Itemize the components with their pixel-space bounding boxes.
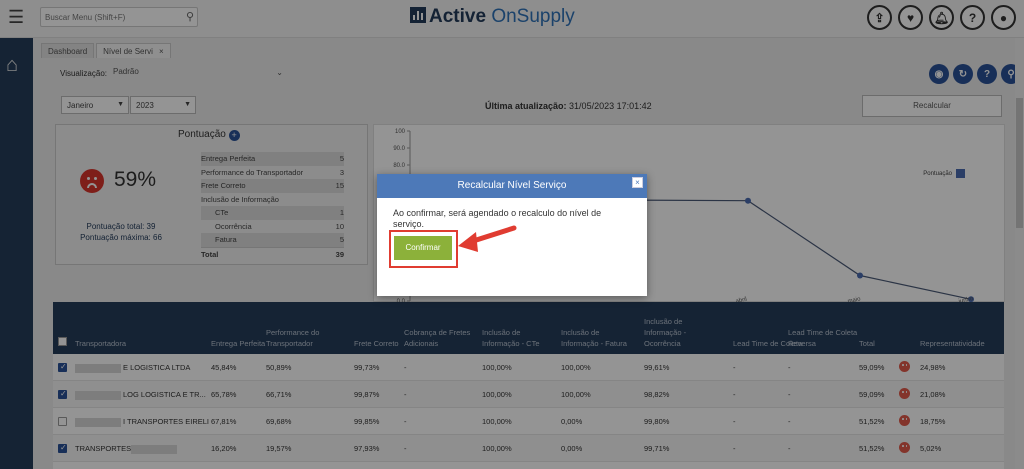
close-icon[interactable]: × xyxy=(632,177,643,188)
red-arrow-annotation xyxy=(458,225,517,252)
modal-title: Recalcular Nível Serviço xyxy=(457,180,567,191)
confirmar-button[interactable]: Confirmar xyxy=(394,236,452,260)
modal-header: Recalcular Nível Serviço × xyxy=(377,174,647,198)
